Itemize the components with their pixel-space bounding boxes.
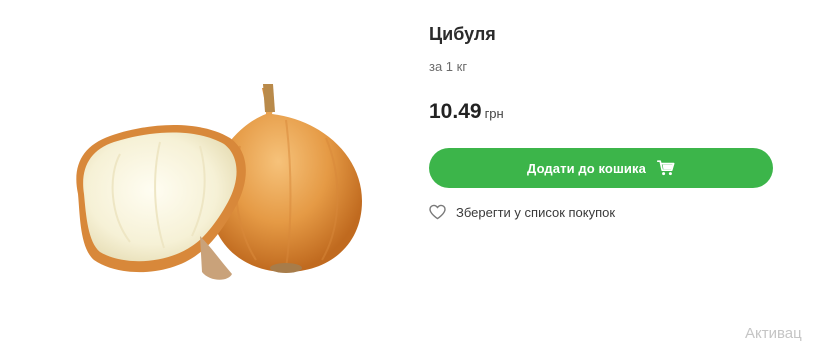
product-unit: за 1 кг [429,59,468,74]
product-title: Цибуля [429,24,496,44]
save-to-list-link[interactable]: Зберегти у список покупок [429,204,615,220]
add-to-cart-label: Додати до кошика [527,160,646,176]
price-currency: грн [484,106,504,121]
product-page: Цибуля за 1 кг 10.49 грн Додати до кошика… [0,0,816,342]
save-to-list-label: Зберегти у список покупок [456,204,616,220]
heart-icon [429,204,446,220]
activation-watermark: Активац [745,325,802,342]
product-price: 10.49 грн [429,100,504,124]
add-to-cart-button[interactable]: Додати до кошика [429,148,773,188]
product-image [76,84,362,280]
price-value: 10.49 [429,100,482,123]
cart-icon [656,160,675,176]
